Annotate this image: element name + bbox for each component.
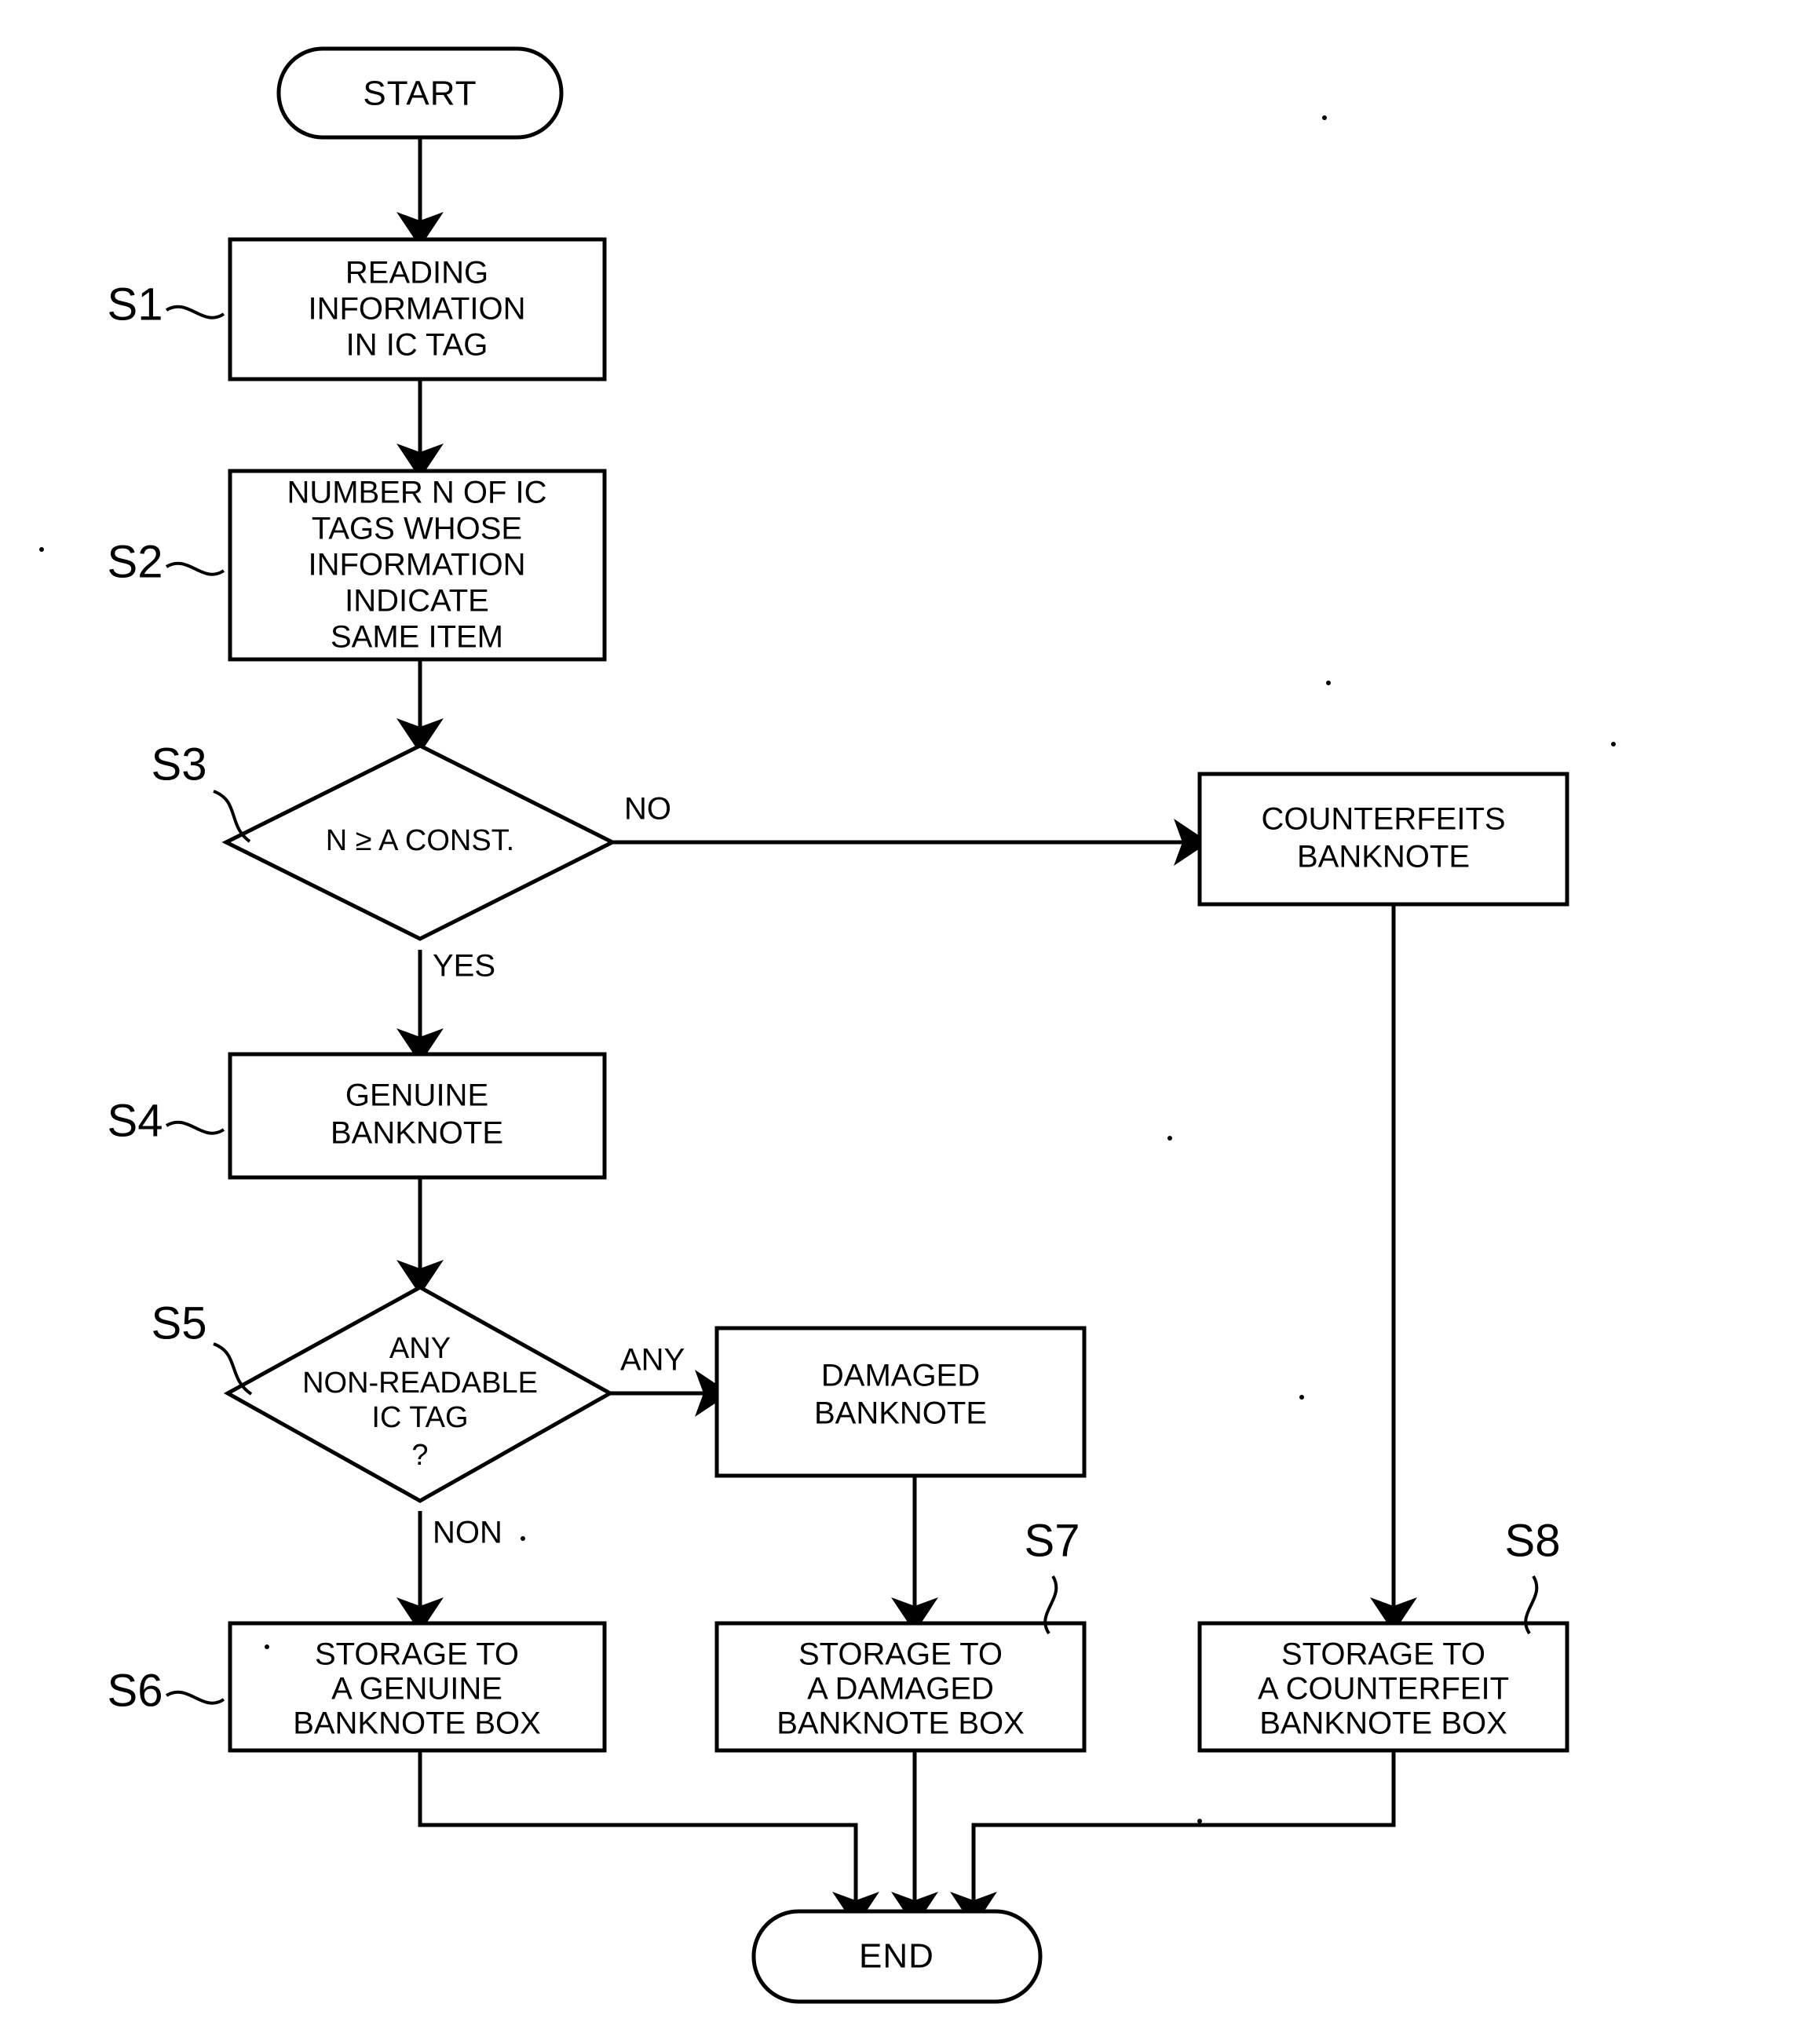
scan-speck: [1197, 1819, 1202, 1823]
node-damaged-banknote: DAMAGED BANKNOTE: [714, 1326, 1087, 1478]
node-s2-line-4: INDICATE: [345, 584, 489, 619]
edge-label-any: ANY: [620, 1343, 685, 1378]
node-s2-line-2: TAGS WHOSE: [312, 512, 522, 546]
flowchart-canvas: START READING INFORMATION IN IC TAG NUMB…: [0, 0, 1794, 2044]
node-counterfeits-line-2: BANKNOTE: [1297, 840, 1470, 874]
leader-s1: [165, 305, 225, 319]
node-s2-line-5: SAME ITEM: [331, 620, 503, 655]
node-end: END: [751, 1909, 1043, 2004]
node-s4-line-2: BANKNOTE: [331, 1116, 503, 1151]
step-label-s3: S3: [152, 739, 207, 790]
node-s1-line-3: IN IC TAG: [346, 328, 488, 363]
node-start: START: [276, 46, 564, 140]
node-s3-label: N ≥ A CONST.: [326, 824, 514, 857]
scan-speck: [1167, 1136, 1172, 1141]
step-label-s6: S6: [108, 1665, 163, 1716]
node-s8-line-1: STORAGE TO: [1281, 1637, 1485, 1672]
node-s6-line-2: A GENUINE: [331, 1672, 502, 1706]
scan-speck: [1322, 115, 1327, 120]
step-label-s2: S2: [108, 536, 163, 587]
step-label-s5: S5: [152, 1298, 207, 1349]
node-counterfeits-banknote: COUNTERFEITS BANKNOTE: [1197, 772, 1569, 907]
node-s7: STORAGE TO A DAMAGED BANKNOTE BOX: [714, 1621, 1087, 1753]
edge-s8-to-end: [950, 1750, 1396, 1927]
leader-s6: [165, 1690, 225, 1705]
step-label-s8: S8: [1505, 1515, 1561, 1566]
scan-speck: [521, 1536, 525, 1541]
node-s7-line-3: BANKNOTE BOX: [776, 1706, 1025, 1741]
node-s1: READING INFORMATION IN IC TAG: [228, 237, 607, 381]
leader-s2: [165, 561, 225, 576]
node-damaged-line-2: BANKNOTE: [814, 1396, 987, 1431]
node-s1-line-2: INFORMATION: [308, 292, 525, 327]
node-counterfeits-line-1: COUNTERFEITS: [1261, 802, 1505, 837]
scan-speck: [1326, 681, 1331, 685]
node-s6-line-1: STORAGE TO: [315, 1637, 519, 1672]
node-s6: STORAGE TO A GENUINE BANKNOTE BOX: [228, 1621, 607, 1753]
node-s8-line-2: A COUNTERFEIT: [1258, 1672, 1509, 1706]
node-s1-line-1: READING: [345, 256, 488, 290]
node-s5-line-4: ?: [411, 1439, 428, 1472]
node-damaged-line-1: DAMAGED: [821, 1359, 980, 1393]
scan-speck: [1611, 742, 1616, 746]
edge-label-no: NO: [624, 792, 671, 827]
scan-speck: [265, 1644, 269, 1649]
node-s5: ANY NON-READABLE IC TAG ?: [223, 1285, 615, 1503]
node-s3: N ≥ A CONST.: [221, 743, 617, 941]
scan-speck: [1299, 1395, 1304, 1400]
node-end-label: END: [859, 1937, 934, 1976]
node-s6-line-3: BANKNOTE BOX: [293, 1706, 541, 1741]
node-s8: STORAGE TO A COUNTERFEIT BANKNOTE BOX: [1197, 1621, 1569, 1753]
step-label-s7: S7: [1025, 1515, 1080, 1566]
node-s4-line-1: GENUINE: [345, 1079, 488, 1113]
node-start-label: START: [363, 75, 477, 113]
node-s2-line-3: INFORMATION: [308, 548, 525, 582]
edge-label-non: NON: [433, 1516, 502, 1550]
node-s2: NUMBER N OF IC TAGS WHOSE INFORMATION IN…: [228, 469, 607, 662]
leader-s4: [165, 1120, 225, 1135]
node-s5-line-3: IC TAG: [371, 1401, 468, 1434]
scan-speck: [39, 547, 44, 552]
flowchart-svg: START READING INFORMATION IN IC TAG NUMB…: [39, 46, 1616, 2004]
node-s7-line-1: STORAGE TO: [798, 1637, 1003, 1672]
step-label-s1: S1: [108, 279, 163, 330]
edge-label-yes: YES: [433, 949, 495, 984]
node-s5-line-2: NON-READABLE: [302, 1367, 538, 1400]
node-s5-line-1: ANY: [389, 1332, 451, 1365]
step-label-s4: S4: [108, 1095, 163, 1146]
node-s2-line-1: NUMBER N OF IC: [287, 476, 546, 510]
node-s7-line-2: A DAMAGED: [807, 1672, 994, 1706]
node-s4: GENUINE BANKNOTE: [228, 1052, 607, 1180]
edge-s6-to-end: [418, 1750, 879, 1927]
node-s8-line-3: BANKNOTE BOX: [1259, 1706, 1507, 1741]
